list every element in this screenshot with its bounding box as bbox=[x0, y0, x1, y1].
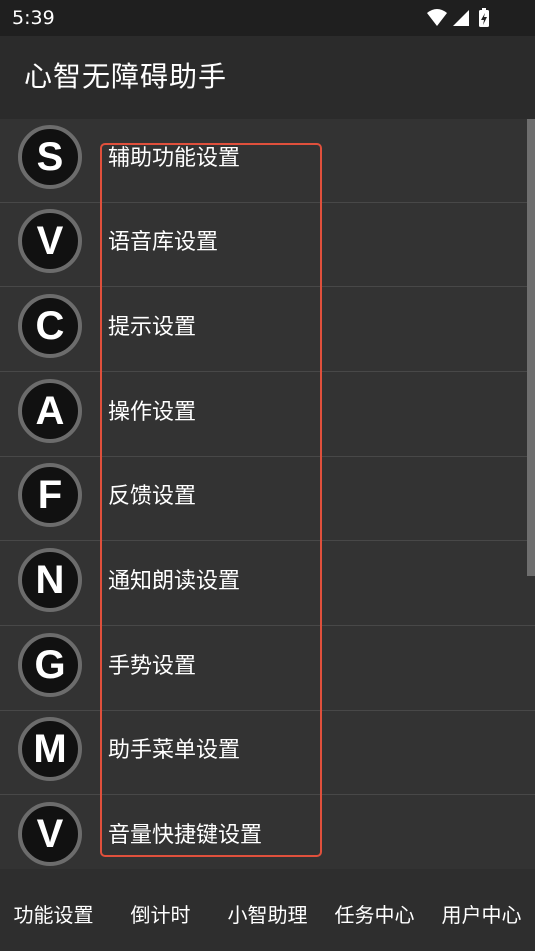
list-item-assistant-menu-settings[interactable]: M 助手菜单设置 bbox=[0, 711, 535, 795]
signal-icon bbox=[453, 10, 469, 26]
status-icons bbox=[425, 7, 495, 29]
list-item-notification-reading-settings[interactable]: N 通知朗读设置 bbox=[0, 542, 535, 626]
settings-list[interactable]: S 辅助功能设置 V 语音库设置 C 提示设置 A 操作设置 F 反馈设置 N … bbox=[0, 119, 535, 869]
tab-xiaozhi-assistant[interactable]: 小智助理 bbox=[214, 901, 321, 929]
tab-task-center[interactable]: 任务中心 bbox=[321, 901, 428, 929]
list-item-gesture-settings[interactable]: G 手势设置 bbox=[0, 627, 535, 711]
list-item-accessibility-settings[interactable]: S 辅助功能设置 bbox=[0, 119, 535, 203]
list-item-label: 操作设置 bbox=[108, 400, 197, 425]
letter-badge-icon: N bbox=[18, 548, 82, 612]
letter-badge-icon: V bbox=[18, 802, 82, 866]
list-item-label: 助手菜单设置 bbox=[108, 738, 241, 763]
letter-badge-icon: V bbox=[18, 209, 82, 273]
letter-badge-icon: F bbox=[18, 463, 82, 527]
letter-badge-icon: C bbox=[18, 294, 82, 358]
app-title: 心智无障碍助手 bbox=[24, 60, 228, 93]
list-item-feedback-settings[interactable]: F 反馈设置 bbox=[0, 457, 535, 541]
tab-user-center[interactable]: 用户中心 bbox=[428, 901, 535, 929]
list-scrollbar[interactable] bbox=[527, 119, 535, 576]
list-item-label: 提示设置 bbox=[108, 315, 197, 340]
list-item-label: 辅助功能设置 bbox=[108, 146, 241, 171]
letter-badge-icon: G bbox=[18, 633, 82, 697]
phone-screen: 5:39 心智无障碍助手 S 辅助功能设置 V 语音库设置 C 提示设置 A 操… bbox=[0, 0, 535, 951]
status-bar: 5:39 bbox=[0, 0, 535, 36]
tab-function-settings[interactable]: 功能设置 bbox=[0, 901, 107, 929]
list-item-volume-shortcut-settings[interactable]: V 音量快捷键设置 bbox=[0, 796, 535, 869]
list-item-label: 音量快捷键设置 bbox=[108, 823, 263, 848]
tab-countdown[interactable]: 倒计时 bbox=[107, 901, 214, 929]
list-item-prompt-settings[interactable]: C 提示设置 bbox=[0, 288, 535, 372]
list-item-label: 反馈设置 bbox=[108, 484, 197, 509]
letter-badge-icon: S bbox=[18, 125, 82, 189]
bottom-nav: 功能设置 倒计时 小智助理 任务中心 用户中心 bbox=[0, 869, 535, 951]
status-time: 5:39 bbox=[12, 7, 55, 29]
list-item-operation-settings[interactable]: A 操作设置 bbox=[0, 373, 535, 457]
letter-badge-icon: M bbox=[18, 717, 82, 781]
list-item-voice-library-settings[interactable]: V 语音库设置 bbox=[0, 203, 535, 287]
list-item-label: 手势设置 bbox=[108, 654, 197, 679]
letter-badge-icon: A bbox=[18, 379, 82, 443]
wifi-icon bbox=[427, 9, 447, 26]
list-item-label: 语音库设置 bbox=[108, 230, 219, 255]
app-bar: 心智无障碍助手 bbox=[0, 36, 535, 119]
battery-charging-icon bbox=[479, 8, 489, 27]
list-item-label: 通知朗读设置 bbox=[108, 569, 241, 594]
